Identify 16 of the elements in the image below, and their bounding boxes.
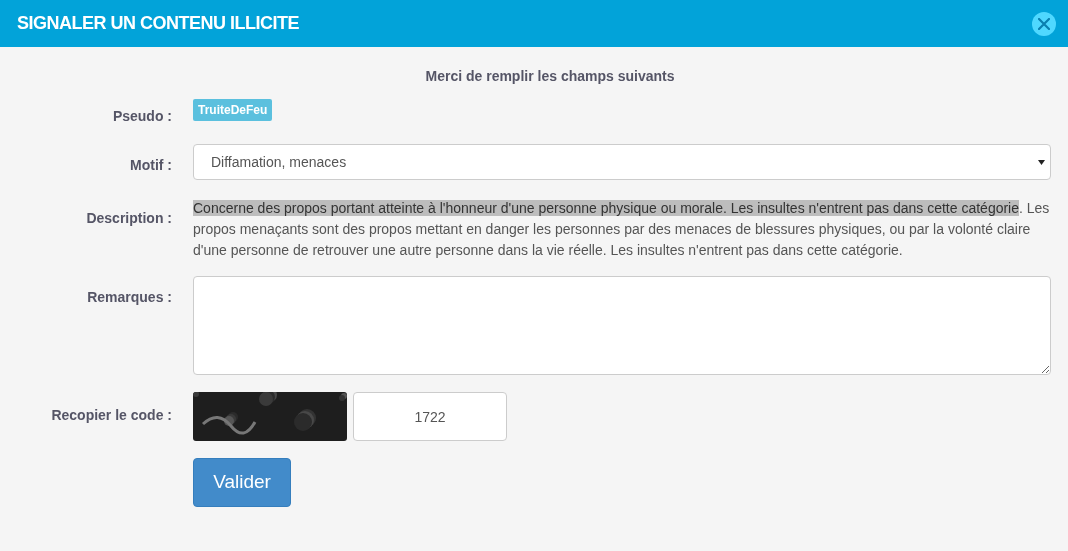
field-label: Remarques : [87,289,172,305]
remarks-field[interactable] [193,276,1051,375]
submit-button[interactable]: Valider [193,458,291,507]
field-label: Motif : [130,157,172,173]
form-heading: Merci de remplir les champs suivants [424,67,676,86]
field-label: Recopier le code : [51,407,172,423]
window-title: SIGNALER UN CONTENU ILLICITE [17,12,299,35]
dropdown-arrow-icon [1038,159,1045,165]
field-label: Pseudo : [112,108,172,124]
close-button[interactable] [1032,11,1056,36]
motif-description: Concerne des propos portant atteinte à l'honneur d'une personne physique ou morale. Les insultes n'entrent pas dans cette catégorie. Les propos menaçants sont des propos mettant en danger les personnes par des menaces de blessures physiques, ou par la volonté claire d'une personne de retrouver une autre personne dans la vie réelle. Les insultes n'entrent pas dans cette catégorie. [193,199,1051,260]
username-badge: TruiteDeFeu [193,99,273,121]
motif-select[interactable]: Diffamation, menaces [193,144,1051,180]
close-icon [1038,17,1050,30]
code-field[interactable]: 1722 [353,392,507,441]
field-label: Description : [86,210,172,226]
